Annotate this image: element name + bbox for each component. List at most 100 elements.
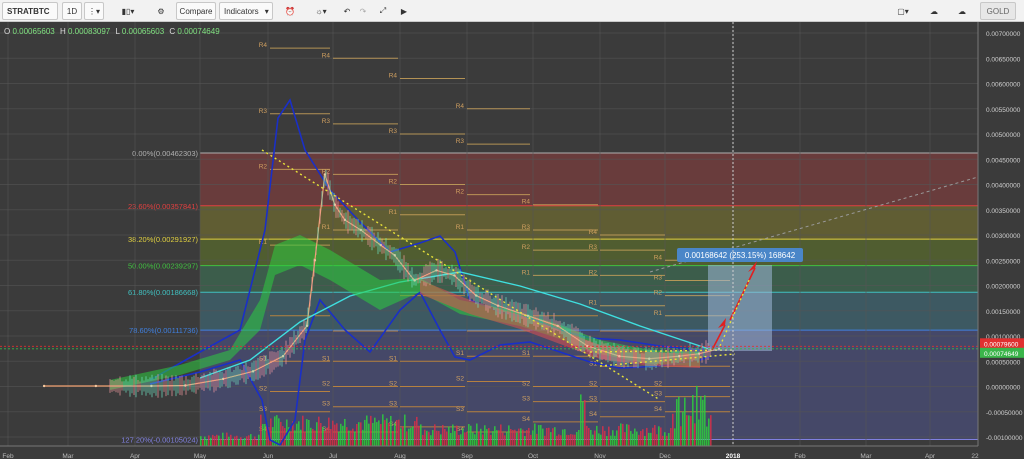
price-tick-label: 0.00200000: [986, 284, 1021, 291]
fib-level-label: 38.20%(0.00291927): [128, 235, 199, 244]
templates-button[interactable]: ☼▾: [306, 2, 336, 20]
settings-button[interactable]: ⚙: [151, 2, 171, 20]
volume-bar: [464, 432, 466, 446]
indicators-button[interactable]: Indicators ▾: [219, 2, 273, 20]
pivot-label: S3: [522, 396, 530, 403]
measure-label: 0.00168642 (253.15%) 168642: [685, 251, 796, 260]
volume-bar: [366, 415, 368, 446]
redo-button[interactable]: ↷: [356, 2, 370, 20]
volume-bar: [506, 431, 508, 446]
volume-bar: [334, 424, 336, 446]
volume-bar: [340, 423, 342, 446]
volume-bar: [578, 430, 580, 446]
cloud-upload-icon: ☁: [958, 6, 966, 16]
volume-bar: [338, 431, 340, 446]
volume-bar: [700, 396, 702, 446]
plan-badge[interactable]: GOLD: [980, 2, 1016, 20]
volume-bar: [488, 428, 490, 446]
chart-style-button[interactable]: ▮▯▾: [112, 2, 144, 20]
volume-bar: [324, 430, 326, 446]
volume-bar: [376, 422, 378, 446]
volume-bar: [332, 420, 334, 446]
volume-bar: [336, 423, 338, 446]
symbol-field[interactable]: STRATBTC: [2, 2, 58, 20]
pivot-label: R2: [389, 179, 398, 186]
volume-bar: [378, 420, 380, 446]
price-point: [42, 384, 46, 388]
price-tick-label: 0.00550000: [986, 107, 1021, 114]
pivot-label: S3: [389, 401, 397, 408]
volume-bar: [448, 426, 450, 446]
volume-bar: [406, 431, 408, 446]
volume-bar: [608, 426, 610, 446]
volume-bar: [362, 429, 364, 446]
volume-bar: [684, 397, 686, 446]
time-tick-label: 2018: [726, 453, 741, 459]
volume-bar: [414, 421, 416, 446]
volume-bar: [652, 427, 654, 446]
fib-level-label: 50.00%(0.00239297): [128, 262, 199, 271]
volume-bar: [508, 425, 510, 446]
fib-level-label: 78.60%(0.00111736): [129, 326, 198, 335]
volume-bar: [226, 432, 228, 446]
volume-bar: [278, 418, 280, 446]
volume-bar: [384, 420, 386, 446]
time-tick-label: Jun: [263, 453, 274, 459]
volume-bar: [682, 411, 684, 446]
volume-bar: [604, 430, 606, 446]
volume-bar: [664, 432, 666, 446]
price-tick-label: 0.00700000: [986, 31, 1021, 38]
pivot-label: R3: [389, 128, 398, 135]
volume-bar: [622, 423, 624, 446]
pivot-label: R3: [456, 138, 465, 145]
volume-bar: [562, 429, 564, 446]
compare-button[interactable]: Compare: [176, 2, 216, 20]
volume-bar: [396, 420, 398, 446]
volume-bar: [354, 431, 356, 446]
volume-bar: [594, 430, 596, 446]
volume-bar: [532, 430, 534, 446]
replay-button[interactable]: ▶: [396, 2, 412, 20]
volume-bar: [312, 428, 314, 446]
volume-bar: [356, 424, 358, 446]
volume-bar: [584, 399, 586, 446]
gear-icon: ⚙: [157, 6, 165, 16]
volume-bar: [658, 426, 660, 446]
candlestick-icon: ▮▯▾: [121, 6, 135, 16]
volume-bar: [372, 422, 374, 446]
volume-bar: [232, 438, 234, 446]
volume-bar: [628, 424, 630, 446]
volume-bar: [418, 425, 420, 446]
volume-bar: [546, 427, 548, 446]
volume-bar: [316, 422, 318, 446]
indicators-label: Indicators: [224, 6, 259, 16]
volume-bar: [560, 435, 562, 446]
layout-button[interactable]: ▢▾: [888, 2, 918, 20]
volume-bar: [666, 435, 668, 446]
interval-button[interactable]: 1D: [62, 2, 82, 20]
volume-bar: [394, 423, 396, 446]
volume-bar: [224, 439, 226, 446]
alert-button[interactable]: ⏰: [280, 2, 300, 20]
volume-bar: [648, 432, 650, 446]
volume-bar: [304, 431, 306, 446]
pivot-label: S1: [522, 350, 530, 357]
interval-dropdown-button[interactable]: ⋮▾: [84, 2, 104, 20]
time-tick-label: Apr: [130, 453, 141, 459]
volume-bar: [408, 428, 410, 446]
pivot-label: S1: [322, 355, 330, 362]
volume-bar: [258, 434, 260, 446]
price-chart[interactable]: 0.00%(0.00462303)23.60%(0.00357841)38.20…: [0, 22, 1024, 459]
volume-bar: [248, 435, 250, 446]
time-tick-label: Apr: [925, 453, 936, 459]
pivot-label: R1: [589, 300, 598, 307]
volume-bar: [614, 435, 616, 446]
volume-bar: [220, 438, 222, 446]
volume-bar: [276, 415, 278, 446]
cloud-load-button[interactable]: ☁: [924, 2, 944, 20]
undo-button[interactable]: ↶: [340, 2, 354, 20]
low-value: 0.00065603: [121, 27, 165, 36]
fullscreen-button[interactable]: ⤢: [375, 2, 391, 20]
cloud-save-button[interactable]: ☁: [952, 2, 972, 20]
volume-bar: [592, 434, 594, 446]
